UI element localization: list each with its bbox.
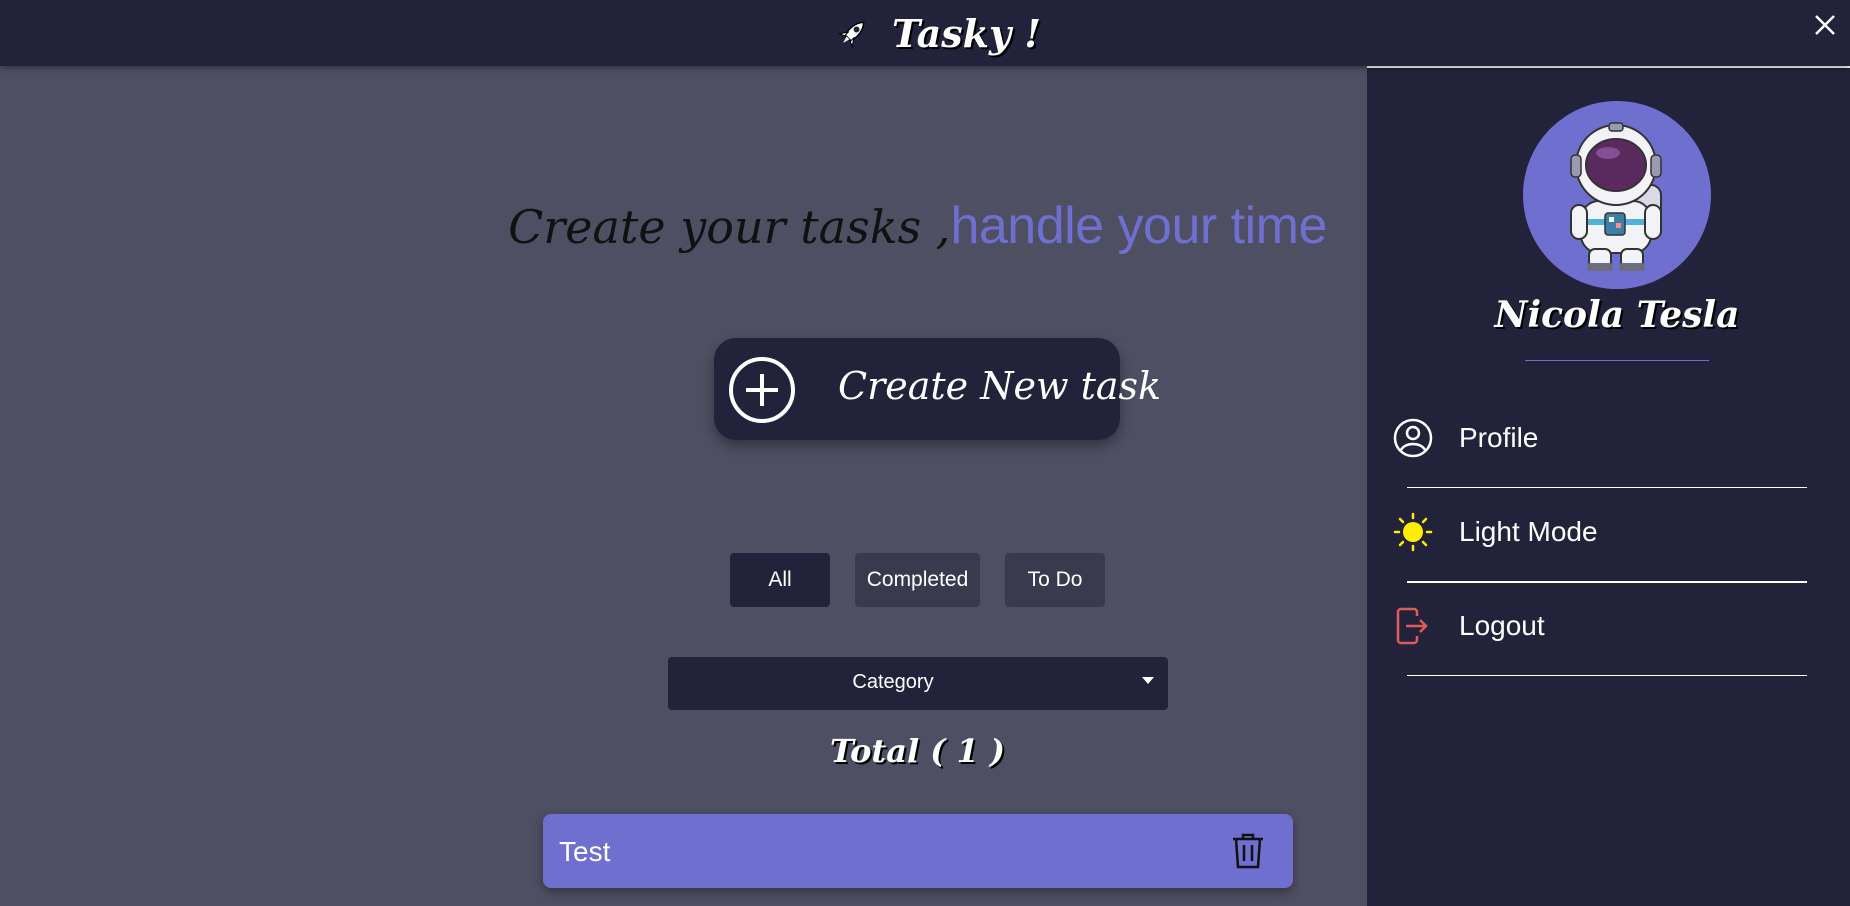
top-bar: Tasky ! bbox=[0, 0, 1850, 66]
sun-icon bbox=[1393, 512, 1433, 552]
category-select[interactable]: Category bbox=[668, 657, 1168, 710]
logout-icon bbox=[1396, 607, 1428, 645]
category-select-value: Category bbox=[852, 671, 934, 693]
menu-divider bbox=[1407, 581, 1807, 583]
sidebar-item-profile[interactable]: Profile bbox=[1393, 418, 1823, 512]
rocket-icon bbox=[837, 21, 865, 49]
filter-all-button[interactable]: All bbox=[730, 553, 830, 607]
avatar bbox=[1523, 101, 1711, 289]
user-circle-icon bbox=[1393, 418, 1433, 458]
user-name: Nicola Tesla bbox=[1494, 294, 1740, 336]
task-card[interactable]: Test bbox=[543, 814, 1293, 888]
brand: Tasky ! bbox=[836, 4, 1041, 62]
close-icon[interactable] bbox=[1810, 10, 1840, 40]
astronaut-avatar-icon bbox=[1570, 122, 1662, 271]
app-title: Tasky ! bbox=[892, 10, 1041, 56]
sidebar-item-light-mode[interactable]: Light Mode bbox=[1393, 512, 1823, 606]
sidebar-item-label: Light Mode bbox=[1459, 516, 1598, 547]
main-content: Create your tasks ,handle your time Crea… bbox=[0, 66, 1367, 904]
sidebar-item-label: Profile bbox=[1459, 422, 1539, 453]
menu-divider bbox=[1407, 487, 1807, 488]
filter-completed-button[interactable]: Completed bbox=[855, 553, 980, 607]
task-title: Test bbox=[559, 836, 611, 867]
menu-divider bbox=[1407, 675, 1807, 676]
plus-circle-icon bbox=[729, 357, 795, 423]
create-task-button[interactable]: Create New task bbox=[714, 338, 1161, 440]
headline-script: Create your tasks , bbox=[508, 200, 951, 254]
headline-accent: handle your time bbox=[950, 197, 1327, 255]
caret-down-icon bbox=[1142, 677, 1154, 684]
name-divider bbox=[1525, 360, 1709, 361]
filter-todo-button[interactable]: To Do bbox=[1005, 553, 1105, 607]
sidebar-item-logout[interactable]: Logout bbox=[1393, 606, 1823, 700]
trash-icon[interactable] bbox=[1231, 832, 1265, 870]
side-panel: Nicola Tesla Profile Light Mode Logout bbox=[1367, 66, 1850, 906]
sidebar-item-label: Logout bbox=[1459, 610, 1545, 641]
create-task-label: Create New task bbox=[838, 364, 1162, 408]
